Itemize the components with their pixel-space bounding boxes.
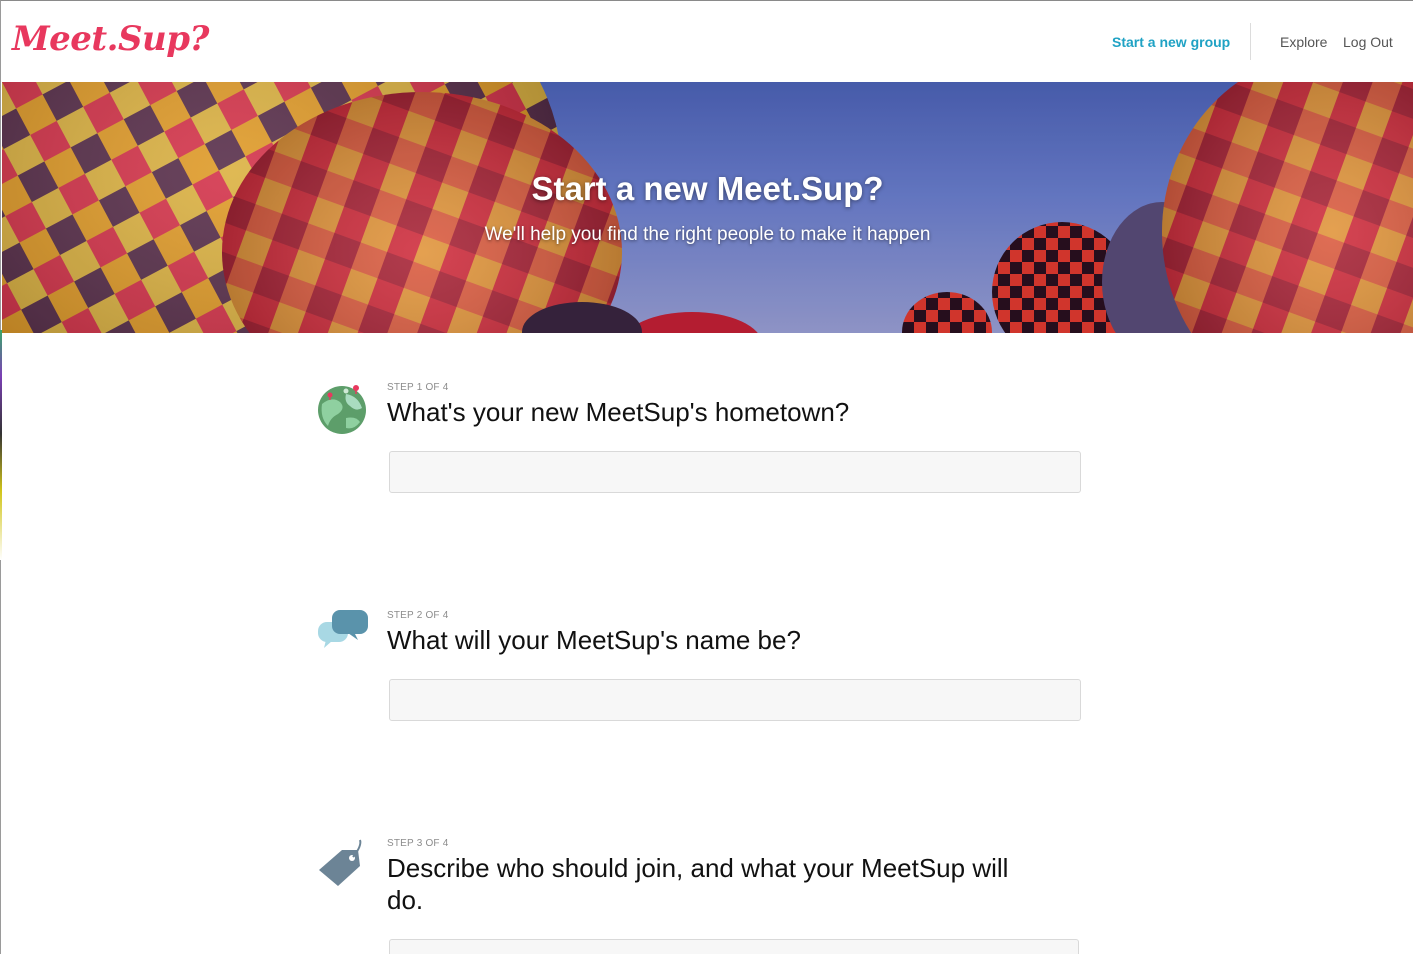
step-question: What will your MeetSup's name be? [387,625,801,655]
logout-link[interactable]: Log Out [1343,34,1393,50]
step-question: What's your new MeetSup's hometown? [387,397,850,427]
hometown-input[interactable] [389,451,1081,493]
hero-title: Start a new Meet.Sup? [531,170,884,207]
description-input[interactable] [389,939,1079,954]
step-question: Describe who should join, and what your … [387,853,1009,915]
group-name-input[interactable] [389,679,1081,721]
explore-link[interactable]: Explore [1280,34,1327,50]
globe-icon [318,385,366,434]
step-label: STEP 1 OF 4 [387,382,449,393]
site-logo[interactable]: Meet.Sup? [12,19,209,59]
tag-icon [319,839,362,886]
step-label: STEP 3 OF 4 [387,838,449,849]
start-new-group-link[interactable]: Start a new group [1112,34,1230,50]
hero-banner: Start a new Meet.Sup? We'll help you fin… [2,82,1413,333]
step-label: STEP 2 OF 4 [387,610,449,621]
window-edge-strip [0,330,2,560]
chat-bubbles-icon [318,610,368,648]
hero-subtitle: We'll help you find the right people to … [484,224,931,245]
top-navigation-bar: Meet.Sup? Start a new group Explore Log … [2,1,1413,82]
nav-divider [1250,23,1251,60]
